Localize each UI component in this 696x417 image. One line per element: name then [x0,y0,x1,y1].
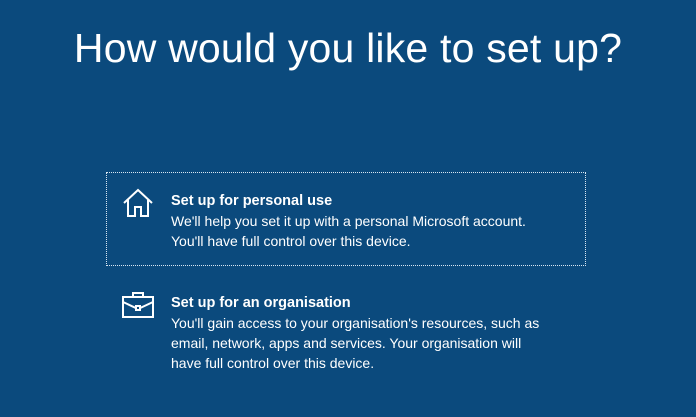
home-icon [123,188,153,217]
setup-options-list: Set up for personal use We'll help you s… [106,172,586,388]
personal-use-option[interactable]: Set up for personal use We'll help you s… [106,172,586,266]
personal-use-description-line: We'll help you set it up with a personal… [171,213,526,229]
organisation-option[interactable]: Set up for an organisation You'll gain a… [106,274,586,388]
organisation-description-line: email, network, apps and services. Your … [171,335,522,351]
page-title: How would you like to set up? [73,25,623,71]
personal-use-title: Set up for personal use [171,193,333,209]
personal-use-description-line: You'll have full control over this devic… [171,233,411,249]
organisation-title: Set up for an organisation [171,295,351,311]
briefcase-icon [122,292,154,318]
organisation-description-line: have full control over this device. [171,355,375,371]
organisation-description-line: You'll gain access to your organisation'… [171,315,540,331]
